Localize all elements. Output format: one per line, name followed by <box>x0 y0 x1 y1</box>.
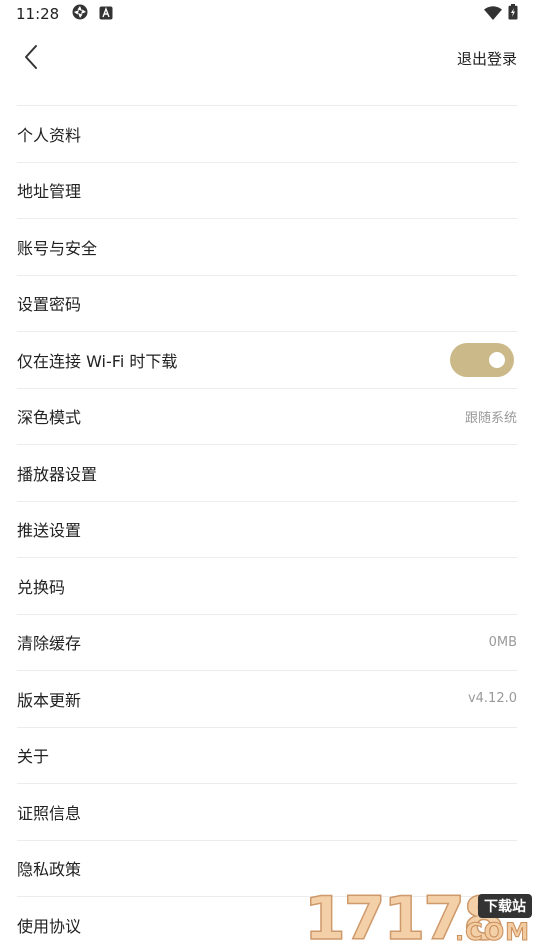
settings-item-about[interactable]: 关于 <box>17 728 517 784</box>
text-a-icon <box>99 5 113 24</box>
settings-item-licenses[interactable]: 证照信息 <box>17 784 517 841</box>
status-time: 11:28 <box>16 5 60 23</box>
settings-item-label: 仅在连接 Wi-Fi 时下载 <box>17 351 178 371</box>
settings-item-password[interactable]: 设置密码 <box>17 276 517 332</box>
watermark-badge: 下载站 <box>478 894 532 918</box>
settings-item-clear-cache[interactable]: 清除缓存 0MB <box>17 615 517 671</box>
settings-item-address[interactable]: 地址管理 <box>17 163 517 219</box>
sync-icon <box>71 3 89 25</box>
settings-item-label: 深色模式 <box>17 408 82 428</box>
settings-screen: 11:28 退出登录 个人资料 地址管理 账号与安全 设置密码 仅在连接 Wi-… <box>0 0 534 950</box>
status-left-icons <box>71 3 113 25</box>
settings-item-version[interactable]: 版本更新 v4.12.0 <box>17 671 517 728</box>
back-button[interactable] <box>14 42 48 76</box>
status-right-icons <box>484 4 518 24</box>
cache-size-value: 0MB <box>488 634 517 650</box>
settings-item-player[interactable]: 播放器设置 <box>17 445 517 502</box>
dark-mode-value: 跟随系统 <box>464 410 517 426</box>
status-bar: 11:28 <box>0 0 534 28</box>
settings-item-label: 设置密码 <box>17 295 82 315</box>
settings-item-redeem-code[interactable]: 兑换码 <box>17 558 517 615</box>
chevron-left-icon <box>23 44 39 74</box>
watermark-logo: 17178 下载站 .COM <box>303 882 534 950</box>
version-value: v4.12.0 <box>467 691 517 707</box>
settings-item-label: 推送设置 <box>17 521 82 541</box>
settings-list: 个人资料 地址管理 账号与安全 设置密码 仅在连接 Wi-Fi 时下载 深色模式… <box>17 105 517 950</box>
settings-item-label: 播放器设置 <box>17 464 98 484</box>
settings-item-account-security[interactable]: 账号与安全 <box>17 219 517 276</box>
toggle-knob <box>489 351 505 368</box>
settings-item-label: 关于 <box>17 747 50 767</box>
settings-item-label: 清除缓存 <box>17 634 82 654</box>
wifi-only-toggle[interactable] <box>450 342 514 377</box>
settings-item-label: 版本更新 <box>17 690 82 710</box>
logout-button[interactable]: 退出登录 <box>457 48 517 69</box>
settings-item-profile[interactable]: 个人资料 <box>17 106 517 163</box>
settings-item-label: 证照信息 <box>17 803 82 823</box>
wifi-icon <box>484 5 502 24</box>
settings-item-label: 兑换码 <box>17 577 66 597</box>
settings-item-label: 地址管理 <box>17 182 82 202</box>
settings-item-label: 账号与安全 <box>17 238 98 258</box>
settings-item-dark-mode[interactable]: 深色模式 跟随系统 <box>17 389 517 445</box>
settings-item-label: 隐私政策 <box>17 860 82 880</box>
header: 退出登录 <box>0 36 534 80</box>
settings-item-label: 个人资料 <box>17 125 82 145</box>
battery-icon <box>508 4 518 24</box>
watermark-suffix: .COM <box>454 918 530 947</box>
settings-item-wifi-only: 仅在连接 Wi-Fi 时下载 <box>17 332 517 389</box>
settings-item-push[interactable]: 推送设置 <box>17 502 517 558</box>
